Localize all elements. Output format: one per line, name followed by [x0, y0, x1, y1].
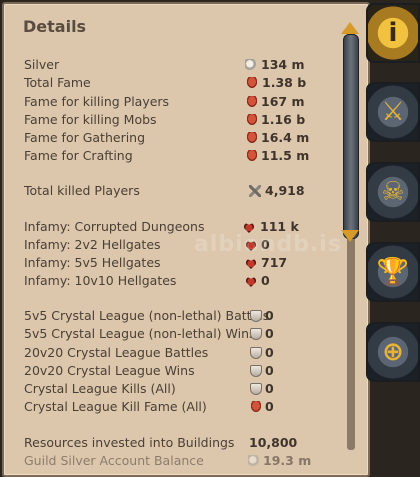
crystal-shield-icon [250, 328, 262, 340]
tab-guild-war[interactable]: ⊕ [366, 322, 420, 382]
trophy-icon: 🏆 [376, 257, 410, 287]
scrollbar-thumb[interactable] [343, 34, 359, 239]
infamy-icon [245, 258, 257, 269]
stat-label: Infamy: Corrupted Dungeons [24, 219, 205, 234]
fame-icon [246, 114, 258, 126]
crossed-swords-icon [249, 185, 261, 197]
stat-value: 0 [265, 381, 274, 396]
stat-row-20v20-battles: 20v20 Crystal League Battles 0 [24, 344, 324, 362]
stat-value: 4,918 [265, 183, 305, 198]
stat-row-silver: Silver 134 m [24, 56, 324, 74]
stat-row-fame-players: Fame for killing Players 167 m [24, 93, 324, 111]
stat-row-cl-kill-fame: Crystal League Kill Fame (All) 0 [24, 398, 324, 416]
stat-label: Crystal League Kills (All) [24, 381, 176, 396]
silver-coins-icon [245, 59, 257, 71]
stat-value: 0 [265, 399, 274, 414]
stat-value: 16.4 m [261, 130, 310, 145]
stat-row-cl-kills: Crystal League Kills (All) 0 [24, 380, 324, 398]
stat-value: 19.3 m [263, 453, 312, 468]
scroll-down-arrow-icon[interactable] [341, 230, 359, 242]
stat-label: 5v5 Crystal League (non-lethal) Wins [24, 326, 256, 341]
watermark-text: albiondb.is [194, 232, 342, 257]
stat-label: Fame for Gathering [24, 130, 146, 145]
tab-info[interactable]: i [366, 3, 420, 63]
stat-label: Silver [24, 57, 60, 72]
info-icon: i [388, 18, 398, 48]
stat-label: Infamy: 2v2 Hellgates [24, 237, 161, 252]
tab-trophies[interactable]: 🏆 [366, 242, 420, 302]
stat-value: 0 [265, 363, 274, 378]
fame-icon [246, 150, 258, 162]
stat-value: 167 m [261, 94, 305, 109]
stat-value: 0 [261, 273, 270, 288]
tab-kills[interactable]: ☠ [366, 162, 420, 222]
stat-value: 134 m [261, 57, 305, 72]
crystal-shield-icon [250, 383, 262, 395]
tab-combat[interactable]: ⚔ [366, 82, 420, 142]
crossed-swords-icon: ⚔ [381, 97, 405, 127]
stat-label: Infamy: 5v5 Hellgates [24, 255, 161, 270]
fame-icon [246, 77, 258, 89]
skull-crossbones-icon: ☠ [381, 177, 405, 207]
stat-label: 20v20 Crystal League Battles [24, 345, 209, 360]
stat-label: 5v5 Crystal League (non-lethal) Battles [24, 308, 270, 323]
stat-label: Fame for Crafting [24, 148, 133, 163]
silver-coins-icon [248, 455, 260, 467]
stat-row-resources-invested: Resources invested into Buildings 10,800 [24, 434, 324, 452]
stat-row-guild-silver: Guild Silver Account Balance 19.3 m [24, 452, 324, 470]
stat-value: 10,800 [249, 435, 298, 450]
stat-value: 11.5 m [261, 148, 310, 163]
stat-value: 1.38 b [262, 75, 307, 90]
scroll-up-arrow-icon[interactable] [341, 22, 359, 34]
stat-row-total-fame: Total Fame 1.38 b [24, 74, 324, 92]
stat-label: Total killed Players [24, 183, 140, 198]
stat-label: 20v20 Crystal League Wins [24, 363, 195, 378]
stat-value: 1.16 b [261, 112, 306, 127]
panel-title: Details [23, 17, 87, 36]
stat-label: Infamy: 10v10 Hellgates [24, 273, 177, 288]
infamy-icon [245, 276, 257, 287]
stat-label: Crystal League Kill Fame (All) [24, 399, 207, 414]
fame-icon [246, 96, 258, 108]
fame-icon [246, 132, 258, 144]
stat-row-killed-players: Total killed Players 4,918 [24, 182, 324, 200]
stat-label: Resources invested into Buildings [24, 435, 235, 450]
stat-value: 0 [265, 345, 274, 360]
details-panel: Details Silver 134 m Total Fame 1.38 b F… [2, 2, 370, 477]
stat-row-5v5-wins: 5v5 Crystal League (non-lethal) Wins 0 [24, 325, 324, 343]
crystal-shield-icon [250, 310, 262, 322]
crystal-shield-icon [250, 365, 262, 377]
crystal-shield-icon [250, 347, 262, 359]
stat-row-20v20-wins: 20v20 Crystal League Wins 0 [24, 362, 324, 380]
fame-icon [250, 401, 262, 413]
stat-row-infamy-10v10: Infamy: 10v10 Hellgates 0 [24, 272, 324, 290]
stat-row-fame-crafting: Fame for Crafting 11.5 m [24, 147, 324, 165]
stat-value: 0 [265, 308, 274, 323]
globe-swords-icon: ⊕ [382, 337, 404, 367]
stat-label: Total Fame [24, 75, 91, 90]
stat-row-fame-mobs: Fame for killing Mobs 1.16 b [24, 111, 324, 129]
stat-row-5v5-battles: 5v5 Crystal League (non-lethal) Battles … [24, 307, 324, 325]
stat-row-fame-gathering: Fame for Gathering 16.4 m [24, 129, 324, 147]
stat-value: 0 [265, 326, 274, 341]
stat-label: Fame for killing Mobs [24, 112, 157, 127]
stat-label: Guild Silver Account Balance [24, 453, 204, 468]
stat-label: Fame for killing Players [24, 94, 170, 109]
